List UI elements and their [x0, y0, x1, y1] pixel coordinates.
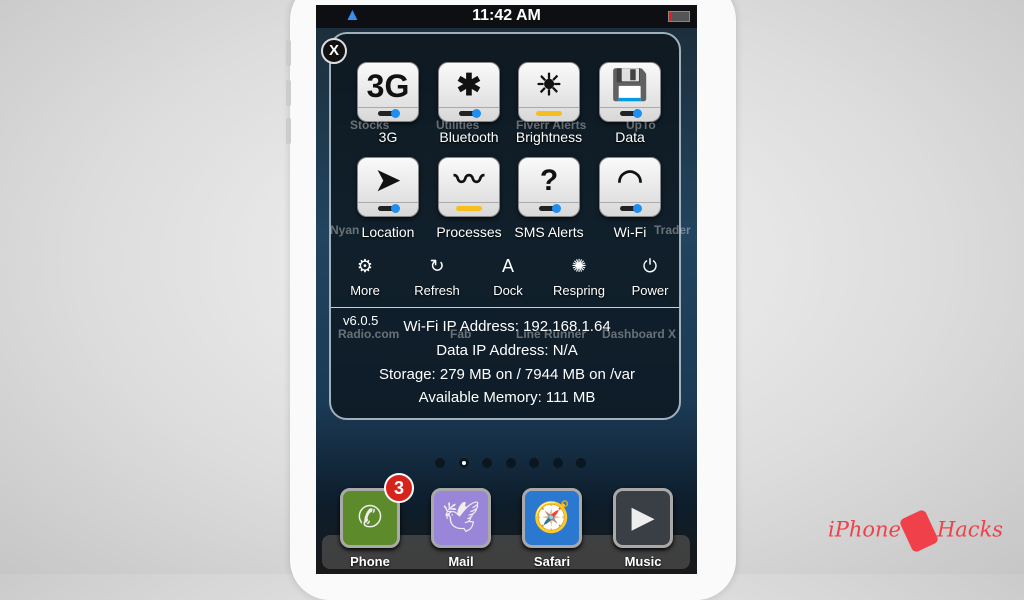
more-button[interactable]: ⚙ More — [330, 256, 400, 302]
volume-up-button — [286, 80, 291, 106]
mute-switch — [286, 40, 291, 66]
app-label: Music — [624, 554, 662, 569]
page-dot[interactable] — [482, 458, 492, 468]
page-dot[interactable] — [505, 458, 516, 468]
divider — [519, 107, 579, 108]
action-label: Dock — [493, 283, 523, 298]
page-dot[interactable] — [529, 458, 539, 468]
refresh-icon: ↻ — [429, 256, 445, 276]
location-icon: ➤ — [375, 164, 401, 197]
volume-down-button — [286, 118, 291, 144]
data-icon: 💾 — [611, 69, 649, 102]
gear-icon: ⚙ — [356, 256, 374, 276]
slider-indicator — [536, 111, 562, 116]
refresh-button[interactable]: ↻ Refresh — [402, 256, 472, 302]
phone-icon — [898, 508, 940, 554]
divider — [439, 202, 499, 203]
status-time: 11:42 AM — [472, 7, 541, 24]
toggle-switch — [378, 109, 400, 118]
slider-indicator — [456, 206, 482, 211]
respring-icon: ✺ — [571, 256, 587, 276]
toggle-switch — [378, 204, 400, 213]
3g-icon: 3G — [366, 68, 410, 104]
sms-alerts-icon: ? — [539, 164, 559, 197]
notification-badge: 3 — [384, 473, 414, 503]
page-dot[interactable] — [552, 458, 563, 468]
toggle-label: Wi-Fi — [613, 224, 647, 240]
toggle-sms-alerts[interactable]: ? — [518, 157, 580, 217]
bluetooth-icon: ✱ — [456, 69, 482, 102]
page-dot[interactable] — [458, 458, 469, 468]
toggle-processes[interactable]: 〰 — [438, 157, 500, 217]
music-app-icon[interactable]: ▶ — [613, 488, 673, 548]
toggle-switch — [459, 109, 481, 118]
power-button[interactable]: ⏻ Power — [615, 256, 685, 302]
toggle-wi-fi[interactable]: ◠ — [599, 157, 661, 217]
action-label: Power — [631, 283, 669, 298]
respring-button[interactable]: ✺ Respring — [544, 256, 614, 302]
action-label: Refresh — [414, 283, 460, 298]
toggle-switch — [539, 204, 561, 213]
dock-icon: A — [501, 256, 514, 276]
toggle-location[interactable]: ➤ — [357, 157, 419, 217]
safari-app-icon[interactable]: 🧭 — [522, 488, 582, 548]
memory-info: Available Memory: 111 MB — [418, 389, 596, 406]
toggle-switch — [620, 109, 642, 118]
app-label: Phone — [350, 554, 390, 569]
mail-app-icon[interactable]: 🕊 — [431, 488, 491, 548]
app-label: Mail — [448, 554, 474, 569]
toggle-brightness[interactable]: ☀ — [518, 62, 580, 122]
storage-info: Storage: 279 MB on / 7944 MB on /var — [379, 366, 635, 383]
power-icon: ⏻ — [642, 256, 658, 276]
toggle-bluetooth[interactable]: ✱ — [438, 62, 500, 122]
close-button[interactable]: X — [321, 38, 347, 64]
logo-text-left: iPhone — [828, 517, 901, 542]
wifi-icon: ◠ — [616, 164, 644, 197]
dock-button[interactable]: A Dock — [473, 256, 543, 302]
divider — [358, 202, 418, 203]
divider — [439, 107, 499, 108]
page-dot[interactable] — [576, 458, 586, 468]
sbsettings-panel: 3G 3G ✱ Bluetooth ☀ Brightness 💾 Data ➤ Location 〰… — [329, 32, 681, 420]
screen: ▲ 11:42 AM 3G 3G ✱ Bluetooth ☀ Brightness 💾 Dat… — [316, 5, 697, 574]
toggle-switch — [620, 204, 642, 213]
battery-icon — [668, 11, 690, 22]
divider — [519, 202, 579, 203]
iphonehacks-logo: iPhone Hacks — [828, 508, 1004, 554]
action-label: Respring — [552, 283, 606, 298]
toggle-label: Data — [615, 129, 645, 145]
divider — [358, 107, 418, 108]
brightness-icon: ☀ — [535, 69, 563, 102]
toggle-3g[interactable]: 3G — [357, 62, 419, 122]
action-label: More — [350, 283, 380, 298]
page-dot[interactable] — [435, 458, 445, 468]
data-ip-info: Data IP Address: N/A — [436, 342, 578, 359]
status-bar: ▲ 11:42 AM — [316, 5, 697, 28]
wifi-ip-info: Wi-Fi IP Address: 192.168.1.64 — [403, 318, 611, 335]
toggle-data[interactable]: 💾 — [599, 62, 661, 122]
divider — [600, 202, 660, 203]
separator — [331, 307, 679, 308]
processes-icon: 〰 — [454, 164, 484, 197]
logo-text-right: Hacks — [936, 517, 1004, 542]
app-label: Safari — [533, 554, 571, 569]
divider — [600, 107, 660, 108]
